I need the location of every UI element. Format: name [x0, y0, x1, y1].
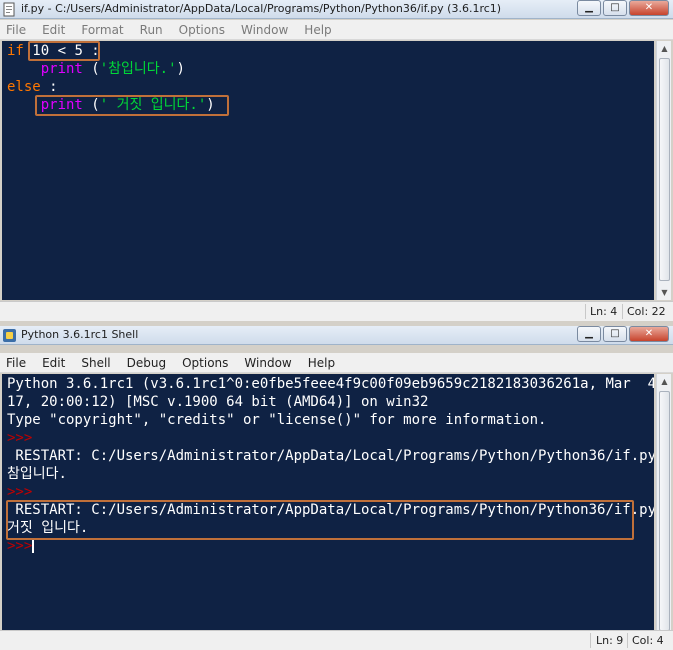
else-colon: : [40, 79, 58, 95]
close-button[interactable]: ✕ [629, 326, 669, 342]
output-highlight-box [6, 500, 634, 540]
paren-open: ( [82, 61, 100, 77]
scroll-up-arrow-icon[interactable]: ▲ [657, 41, 672, 56]
menu-format[interactable]: Format [79, 23, 125, 37]
shell-window: Python 3.6.1rc1 Shell ▁ □ ✕ File Edit Sh… [0, 326, 673, 650]
string-literal: '참입니다.' [99, 61, 177, 77]
keyword-else: else [7, 79, 41, 95]
scroll-thumb[interactable] [659, 58, 670, 281]
scroll-down-arrow-icon[interactable]: ▼ [657, 285, 672, 300]
shell-title-bar[interactable]: Python 3.6.1rc1 Shell ▁ □ ✕ [0, 326, 673, 345]
text-cursor [32, 538, 35, 553]
print-builtin: print [40, 61, 83, 77]
shell-vertical-scrollbar[interactable]: ▲ ▼ [656, 374, 671, 650]
menu-options[interactable]: Options [180, 356, 230, 370]
close-button[interactable]: ✕ [629, 0, 669, 16]
paren-close: ) [176, 61, 185, 77]
code-editor[interactable]: if 10 < 5 : print ('참입니다.') else : print… [2, 41, 654, 300]
editor-menu-bar: File Edit Format Run Options Window Help [0, 20, 673, 40]
shell-prompt: >>> [7, 430, 33, 446]
menu-window[interactable]: Window [239, 23, 290, 37]
minimize-button[interactable]: ▁ [577, 0, 601, 16]
shell-menu-bar: File Edit Shell Debug Options Window Hel… [0, 353, 673, 373]
editor-window-title: if.py - C:/Users/Administrator/AppData/L… [21, 2, 502, 15]
menu-file[interactable]: File [4, 23, 28, 37]
code-line-3: else : [7, 78, 58, 96]
python-shell-icon [3, 329, 16, 342]
status-separator [622, 304, 623, 319]
banner-line-3: Type "copyright", "credits" or "license(… [7, 412, 547, 428]
menu-window[interactable]: Window [242, 356, 293, 370]
editor-status-bar: Ln: 4 Col: 22 [0, 301, 673, 321]
menu-help[interactable]: Help [302, 23, 333, 37]
banner-line-1: Python 3.6.1rc1 (v3.6.1rc1^0:e0fbe5feee4… [7, 376, 654, 392]
maximize-button[interactable]: □ [603, 326, 627, 342]
output-line: 참입니다. [7, 466, 67, 482]
status-separator [585, 304, 586, 319]
python-file-icon [3, 2, 15, 17]
column-number: Col: 4 [632, 634, 664, 647]
maximize-button[interactable]: □ [603, 0, 627, 16]
shell-window-title: Python 3.6.1rc1 Shell [21, 328, 139, 341]
editor-window: if.py - C:/Users/Administrator/AppData/L… [0, 0, 673, 322]
keyword-if: if [7, 43, 24, 59]
line-number: Ln: 4 [590, 305, 618, 318]
restart-line: RESTART: C:/Users/Administrator/AppData/… [7, 448, 654, 464]
menu-run[interactable]: Run [138, 23, 165, 37]
shell-prompt: >>> [7, 484, 33, 500]
print-highlight-box [35, 95, 229, 116]
menu-help[interactable]: Help [306, 356, 337, 370]
banner-line-2: 17, 20:00:12) [MSC v.1900 64 bit (AMD64)… [7, 394, 429, 410]
status-separator [627, 633, 628, 648]
menu-file[interactable]: File [4, 356, 28, 370]
menu-edit[interactable]: Edit [40, 23, 67, 37]
menu-options[interactable]: Options [177, 23, 227, 37]
shell-status-bar: Ln: 9 Col: 4 [0, 630, 673, 650]
scroll-up-arrow-icon[interactable]: ▲ [657, 374, 672, 389]
editor-title-bar[interactable]: if.py - C:/Users/Administrator/AppData/L… [0, 0, 673, 19]
menu-edit[interactable]: Edit [40, 356, 67, 370]
editor-vertical-scrollbar[interactable]: ▲ ▼ [656, 41, 671, 300]
shell-output-area[interactable]: Python 3.6.1rc1 (v3.6.1rc1^0:e0fbe5feee4… [2, 374, 654, 650]
status-separator [590, 633, 591, 648]
minimize-button[interactable]: ▁ [577, 326, 601, 342]
shell-prompt: >>> [7, 538, 33, 554]
menu-debug[interactable]: Debug [125, 356, 168, 370]
code-line-2: print ('참입니다.') [7, 60, 185, 78]
menu-shell[interactable]: Shell [79, 356, 112, 370]
scroll-thumb[interactable] [659, 391, 670, 631]
line-number: Ln: 9 [596, 634, 624, 647]
condition-highlight-box [28, 41, 100, 61]
column-number: Col: 22 [627, 305, 666, 318]
